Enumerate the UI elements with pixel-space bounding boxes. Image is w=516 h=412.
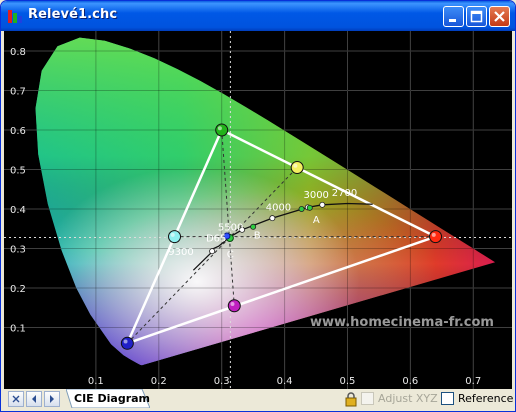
x-tick-label: 0.2 — [151, 376, 167, 387]
cct-marker — [209, 248, 216, 255]
y-tick-label: 0.3 — [10, 245, 26, 256]
x-tick-label: 0.5 — [340, 376, 356, 387]
y-tick-label: 0.1 — [10, 324, 26, 335]
y-tick-label: 0.2 — [10, 284, 26, 295]
cct-label: D65 — [206, 233, 226, 244]
first-icon — [12, 395, 20, 403]
y-tick-label: 0.8 — [10, 47, 26, 58]
green-primary-point-highlight — [217, 126, 222, 131]
maximize-icon — [470, 10, 483, 23]
x-tick-label: 0.7 — [465, 376, 481, 387]
next-icon — [50, 395, 54, 403]
cct-label: 9300 — [168, 247, 193, 258]
maximize-button[interactable] — [466, 6, 487, 27]
close-button[interactable] — [489, 6, 510, 27]
yellow-secondary-point[interactable] — [290, 161, 304, 175]
illuminant-label: C — [227, 250, 234, 261]
cie-diagram-svg[interactable]: 0.1 0.2 0.3 0.4 0.5 0.6 0.7 0.1 0.2 0.3 0.4 0.5 0.6 0… — [4, 31, 512, 389]
cyan-secondary-point-highlight — [170, 232, 175, 237]
cct-marker — [298, 205, 305, 212]
minimize-button[interactable] — [443, 6, 464, 27]
reference-checkbox[interactable] — [441, 392, 454, 405]
cie-diagram-panel[interactable]: 0.1 0.2 0.3 0.4 0.5 0.6 0.7 0.1 0.2 0.3 0.4 0.5 0.6 0… — [4, 31, 512, 389]
minimize-icon — [449, 19, 456, 22]
next-tab-button[interactable] — [44, 391, 60, 407]
lock-icon[interactable] — [343, 391, 359, 407]
reference-label: Reference — [458, 392, 514, 405]
blue-primary-point[interactable] — [120, 336, 134, 350]
magenta-secondary-point[interactable] — [227, 299, 241, 313]
red-primary-point-highlight — [431, 232, 436, 237]
adjust-xyz-label: Adjust XYZ — [378, 392, 438, 405]
cct-label: 2700 — [332, 188, 357, 199]
watermark: www.homecinema-fr.com — [310, 315, 494, 330]
y-tick-label: 0.4 — [10, 205, 26, 216]
cct-marker — [269, 215, 276, 222]
application-window: Relevé1.chc 0.1 0.2 0.3 0.4 0.5 0.6 0.7 … — [0, 0, 516, 412]
cct-label: 5500 — [218, 222, 243, 233]
y-tick-label: 0.5 — [10, 166, 26, 177]
prev-tab-button[interactable] — [26, 391, 42, 407]
adjust-xyz-checkbox[interactable] — [361, 392, 374, 405]
cct-marker — [250, 223, 257, 230]
illuminant-label: B — [254, 231, 261, 242]
title-bar[interactable]: Relevé1.chc — [1, 1, 515, 31]
tab-cie-diagram-label: CIE Diagram — [74, 392, 151, 405]
x-tick-label: 0.6 — [402, 376, 418, 387]
cct-marker — [319, 201, 326, 208]
cct-marker — [306, 204, 313, 211]
x-tick-label: 0.3 — [214, 376, 230, 387]
chart-app-icon — [8, 10, 22, 23]
green-primary-point[interactable] — [215, 123, 229, 137]
y-tick-label: 0.6 — [10, 126, 26, 137]
close-icon — [494, 11, 505, 22]
bottom-bar: CIE Diagram Adjust XYZ Reference — [4, 389, 514, 411]
magenta-secondary-point-highlight — [230, 301, 235, 306]
x-tick-label: 0.1 — [88, 376, 104, 387]
spectral-locus — [35, 37, 496, 366]
blue-primary-point-highlight — [123, 339, 128, 344]
window-title: Relevé1.chc — [28, 7, 118, 22]
cct-label: 3000 — [303, 190, 328, 201]
cct-label: 4000 — [266, 203, 291, 214]
y-tick-label: 0.7 — [10, 87, 26, 98]
prev-icon — [32, 395, 36, 403]
cyan-secondary-point[interactable] — [168, 230, 182, 244]
x-tick-label: 0.4 — [277, 376, 293, 387]
first-tab-button[interactable] — [8, 391, 24, 407]
illuminant-label: A — [313, 215, 320, 226]
yellow-secondary-point-highlight — [293, 163, 298, 168]
red-primary-point[interactable] — [429, 230, 443, 244]
